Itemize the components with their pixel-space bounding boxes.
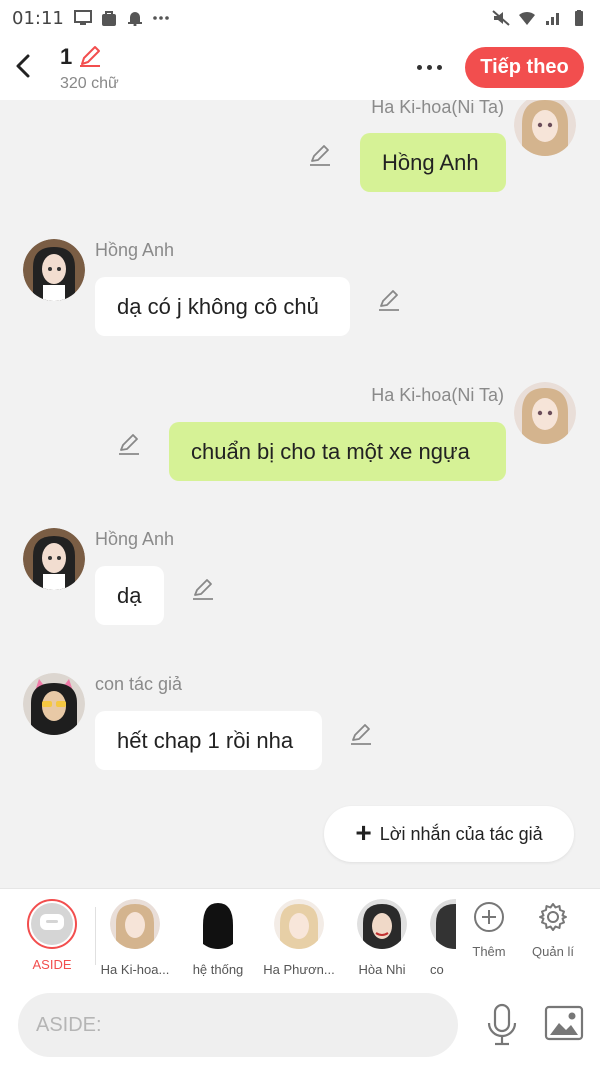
edit-title-icon[interactable] bbox=[78, 44, 102, 68]
message-bubble[interactable]: chuẩn bị cho ta một xe ngựa bbox=[169, 422, 506, 481]
edit-message-icon[interactable] bbox=[308, 143, 332, 167]
sender-name: Ha Ki-hoa(Ni Ta) bbox=[371, 100, 504, 117]
character-avatar bbox=[193, 899, 243, 949]
message-bubble[interactable]: dạ bbox=[95, 566, 164, 625]
chapter-number: 1 bbox=[60, 44, 73, 69]
manage-button[interactable]: Quản lí bbox=[525, 901, 581, 959]
character-he-thong[interactable]: hệ thống bbox=[179, 899, 257, 977]
character-name: Ha Ki-hoa... bbox=[100, 962, 170, 977]
character-bar: ASIDE Ha Ki-hoa... hệ thống Ha Phươn... … bbox=[0, 888, 600, 983]
avatar-hong-anh[interactable] bbox=[23, 239, 85, 301]
input-bar bbox=[0, 983, 600, 1067]
avatar-ha-ki-hoa[interactable] bbox=[514, 382, 576, 444]
plus-circle-icon bbox=[474, 902, 504, 932]
status-time: 01:11 bbox=[12, 7, 64, 29]
edit-message-icon[interactable] bbox=[191, 577, 215, 601]
gear-icon bbox=[539, 903, 567, 931]
image-icon[interactable] bbox=[544, 1005, 584, 1041]
character-ha-phuong[interactable]: Ha Phươn... bbox=[260, 899, 338, 977]
top-bar: 1 320 chữ Tiếp theo bbox=[0, 36, 600, 100]
character-avatar bbox=[357, 899, 407, 949]
character-ha-ki-hoa[interactable]: Ha Ki-hoa... bbox=[96, 899, 174, 977]
message-bubble[interactable]: dạ có j không cô chủ bbox=[95, 277, 350, 336]
message-bubble[interactable]: Hồng Anh bbox=[360, 133, 506, 192]
character-name: co bbox=[430, 962, 444, 977]
character-avatar bbox=[430, 899, 456, 949]
message-input[interactable] bbox=[18, 993, 458, 1057]
status-bar: 01:11 bbox=[0, 0, 600, 36]
sender-name: Hồng Anh bbox=[95, 529, 175, 549]
character-name: ASIDE bbox=[32, 957, 72, 972]
signal-icon bbox=[546, 13, 559, 25]
sender-name: Ha Ki-hoa(Ni Ta) bbox=[371, 385, 504, 405]
author-note-label: Lời nhắn của tác giả bbox=[379, 823, 543, 844]
sender-name: Hồng Anh bbox=[95, 240, 175, 260]
character-aside[interactable]: ASIDE bbox=[13, 899, 91, 972]
character-name: Hòa Nhi bbox=[358, 962, 406, 977]
edit-message-icon[interactable] bbox=[349, 722, 373, 746]
back-arrow-icon[interactable] bbox=[10, 50, 38, 82]
shopping-bag-icon bbox=[101, 11, 116, 26]
message-bubble[interactable]: hết chap 1 rồi nha bbox=[95, 711, 322, 770]
character-avatar bbox=[274, 899, 324, 949]
mute-icon bbox=[492, 10, 510, 26]
more-options-button[interactable] bbox=[410, 52, 448, 82]
wifi-icon bbox=[519, 11, 535, 25]
battery-icon bbox=[575, 10, 583, 26]
edit-message-icon[interactable] bbox=[377, 288, 401, 312]
character-avatar bbox=[110, 899, 160, 949]
edit-message-icon[interactable] bbox=[117, 432, 141, 456]
avatar-con-tac-gia[interactable] bbox=[23, 673, 85, 735]
more-dots-icon bbox=[153, 16, 169, 20]
screen-icon bbox=[73, 10, 92, 25]
manage-label: Quản lí bbox=[532, 944, 574, 959]
character-name: Ha Phươn... bbox=[263, 962, 335, 977]
add-label: Thêm bbox=[472, 944, 506, 959]
aside-avatar bbox=[27, 899, 77, 949]
character-hoa-nhi[interactable]: Hòa Nhi bbox=[343, 899, 421, 977]
microphone-icon[interactable] bbox=[484, 1003, 520, 1047]
sender-name: con tác giả bbox=[95, 674, 183, 694]
chat-area[interactable]: Ha Ki-hoa(Ni Ta) Hồng Anh Hồng Anh dạ có… bbox=[0, 100, 600, 888]
character-co[interactable]: co bbox=[420, 899, 456, 977]
word-count: 320 chữ bbox=[60, 75, 119, 92]
next-button[interactable]: Tiếp theo bbox=[465, 47, 584, 88]
chat-bubble-icon bbox=[40, 914, 64, 930]
avatar-hong-anh[interactable] bbox=[23, 528, 85, 590]
add-character-button[interactable]: Thêm bbox=[461, 901, 517, 959]
avatar-ha-ki-hoa[interactable] bbox=[514, 100, 576, 156]
character-name: hệ thống bbox=[192, 962, 244, 977]
bell-icon bbox=[127, 12, 142, 26]
author-note-button[interactable]: + Lời nhắn của tác giả bbox=[324, 806, 574, 862]
plus-icon: + bbox=[355, 816, 372, 848]
